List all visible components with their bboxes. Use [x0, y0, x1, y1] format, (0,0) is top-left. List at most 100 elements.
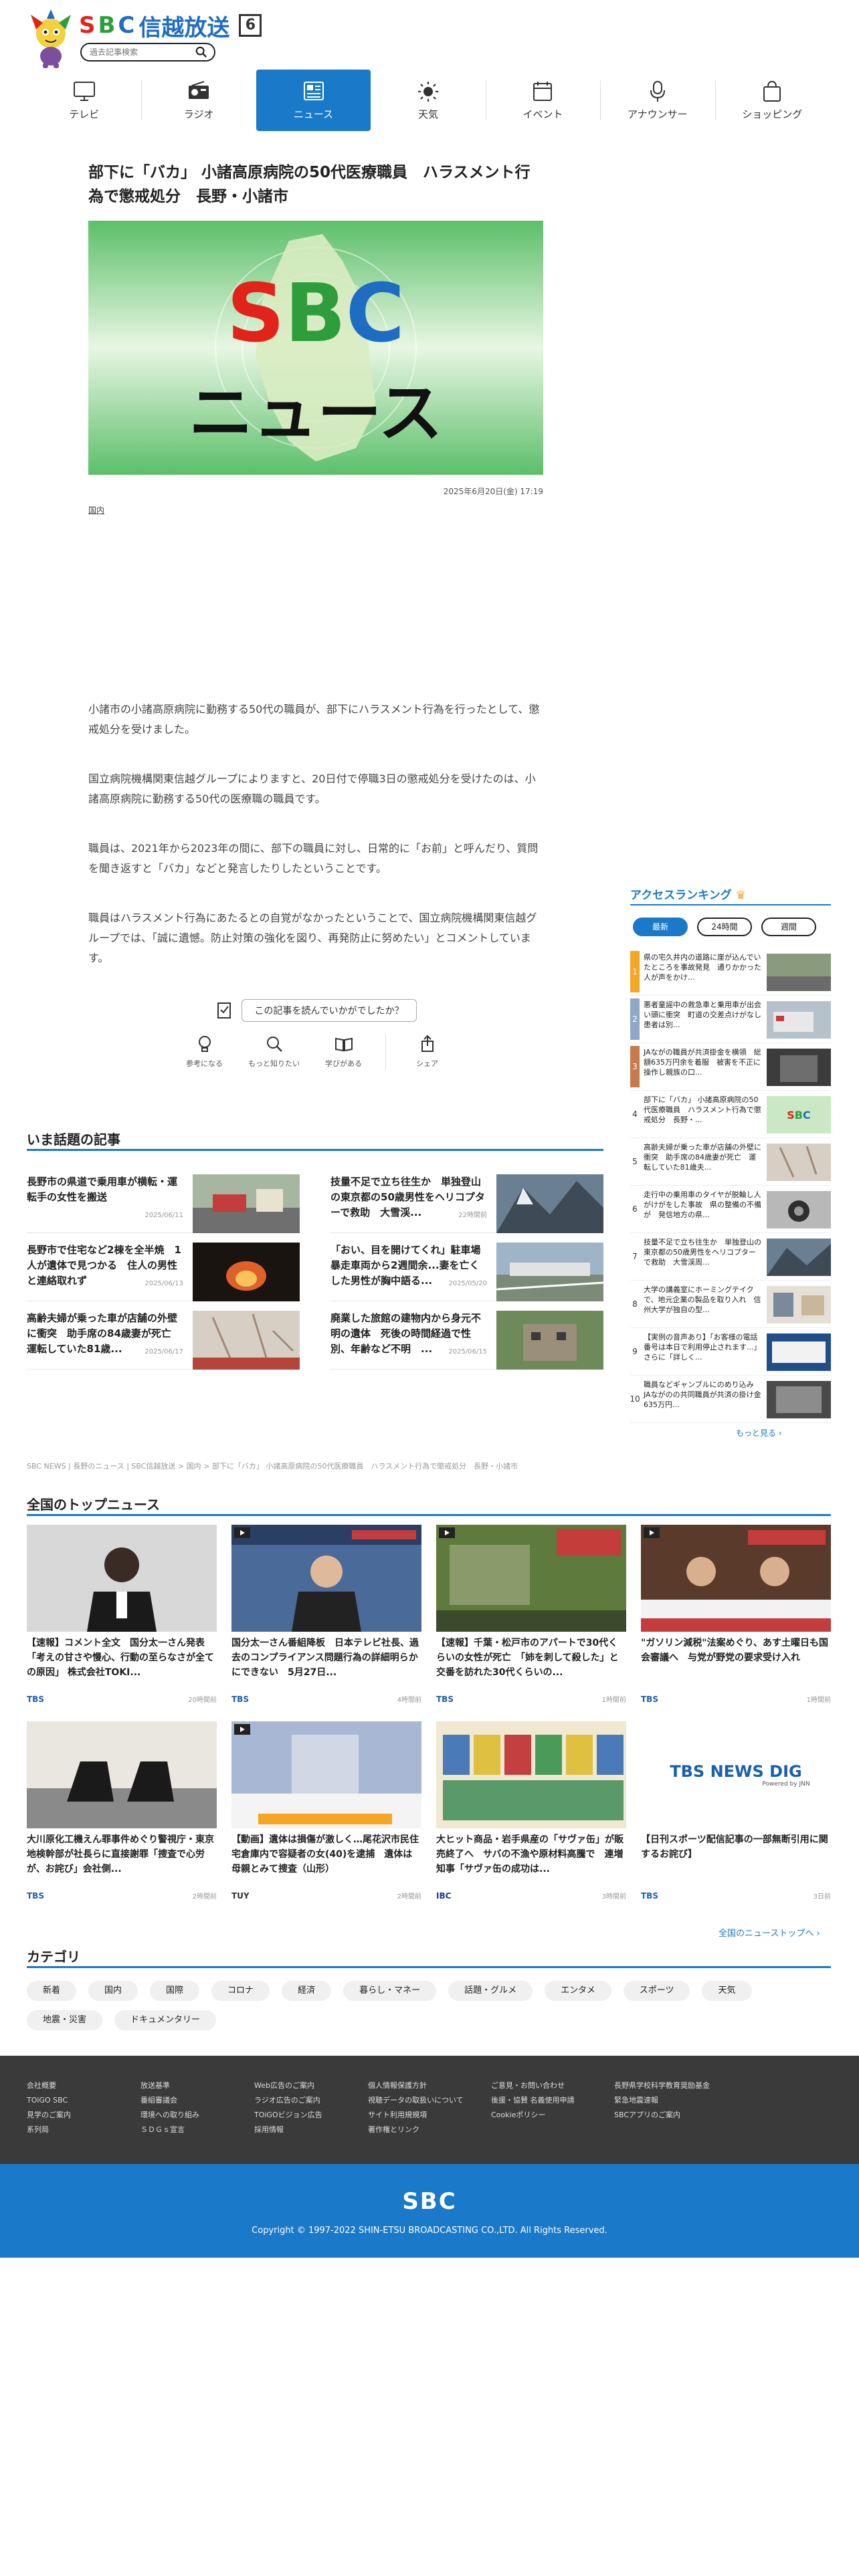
footer-link[interactable]: Cookieポリシー: [491, 2108, 614, 2123]
ranking-item[interactable]: 2 悪者童謡中の救急車と乗用車が出会い頭に衝突 町道の交差点けがなし 患者は別..…: [630, 996, 831, 1043]
search-icon[interactable]: [195, 46, 207, 58]
feedback-helpful-button[interactable]: 参考になる: [177, 1034, 233, 1070]
top-news-card[interactable]: TBS NEWS DIG Powered by JNN 【日刊スポーツ配信記事の…: [641, 1721, 831, 1906]
top-news-card[interactable]: 【動画】遺体は損傷が激しく…尾花沢市民住宅倉庫内で容疑者の女(40)を逮捕 遺体…: [231, 1721, 421, 1906]
top-news-card[interactable]: 国分太一さん番組降板 日本テレビ社長、過去のコンプライアンス問題行為の詳細明らか…: [231, 1525, 421, 1709]
footer-link[interactable]: SBCアプリのご案内: [614, 2108, 737, 2123]
footer-link[interactable]: 緊急地震速報: [614, 2093, 737, 2108]
category-chip[interactable]: 地震・災害: [27, 2010, 103, 2030]
category-chip[interactable]: 国際: [150, 1981, 200, 2001]
category-chip[interactable]: 経済: [282, 1981, 332, 2001]
nav-item-weather[interactable]: 天気: [371, 70, 485, 131]
site-logo[interactable]: SBC 信越放送 6: [79, 11, 262, 41]
trending-thumbnail: [193, 1174, 300, 1233]
ranking-thumbnail: SBC: [767, 1096, 831, 1134]
category-chip[interactable]: エンタメ: [545, 1981, 611, 2001]
feedback-more-button[interactable]: もっと知りたい: [246, 1034, 302, 1070]
top-news-title: 【動画】遺体は損傷が激しく…尾花沢市民住宅倉庫内で容疑者の女(40)を逮捕 遺体…: [231, 1834, 419, 1874]
footer-link[interactable]: ご意見・お問い合わせ: [491, 2078, 614, 2093]
top-news-card[interactable]: 大川原化工機えん罪事件めぐり警視庁・東京地検幹部が社長らに直接謝罪「捜査で心労が…: [27, 1721, 217, 1906]
ranking-item[interactable]: 8 大学の講義室にホーミングテイクで、地元企業の製品を取り入れ 信州大学が独自の型…: [630, 1281, 831, 1328]
top-news-title: 大川原化工機えん罪事件めぐり警視庁・東京地検幹部が社長らに直接謝罪「捜査で心労が…: [27, 1834, 214, 1874]
trending-date: 22時間前: [458, 1212, 487, 1219]
ranking-item[interactable]: 7 技量不足で立ち往生か 単独登山の東京都の50歳男性をヘリコプターで救助 大雪渓…: [630, 1233, 831, 1281]
category-chip[interactable]: ドキュメンタリー: [114, 2010, 217, 2030]
news-image: [436, 1525, 626, 1632]
footer-link[interactable]: 著作権とリンク: [368, 2123, 491, 2137]
nav-item-tv[interactable]: テレビ: [27, 70, 141, 131]
category-chip[interactable]: コロナ: [211, 1981, 270, 2001]
nav-item-news[interactable]: ニュース: [256, 70, 371, 131]
trending-item[interactable]: 廃業した旅館の建物内から身元不明の遺体 死後の時間経過で性別、年齢など不明 ..…: [330, 1301, 603, 1370]
footer-link[interactable]: 長野県学校科学教育奨励基金: [614, 2078, 737, 2093]
feedback-question-button[interactable]: この記事を読んでいかがでしたか？: [242, 999, 417, 1022]
footer-link[interactable]: 系列局: [27, 2123, 140, 2137]
category-chip[interactable]: 話題・グルメ: [448, 1981, 533, 2001]
ranking-item[interactable]: 5 高齢夫婦が乗った車が店舗の外壁に衝突 助手席の84歳妻が死亡 運転していた81…: [630, 1138, 831, 1186]
footer-link[interactable]: ラジオ広告のご案内: [254, 2093, 368, 2108]
ranking-tab-24h[interactable]: 24時間: [697, 918, 752, 936]
trending-item[interactable]: 高齢夫婦が乗った車が店舗の外壁に衝突 助手席の84歳妻が死亡 運転していた81歳…: [27, 1301, 300, 1370]
nav-item-announcer[interactable]: アナウンサー: [600, 70, 714, 131]
ranking-item[interactable]: 1 県の宅久井内の道路に崖が込んでいたところを事故発見 通りかかった人が声をかけ.…: [630, 948, 831, 996]
top-news-more-link[interactable]: 全国のニューストップへ ›: [719, 1926, 820, 1939]
trending-item[interactable]: 「おい、目を開けてくれ」駐車場暴走車両から2週間余...妻を亡くした男性が胸中語…: [330, 1233, 603, 1301]
nav-label: ニュース: [293, 108, 334, 120]
trending-item[interactable]: 長野市で住宅など2棟を全半焼 1人が遺体で見つかる 住人の男性と連絡取れず 202…: [27, 1233, 300, 1301]
category-chip[interactable]: スポーツ: [623, 1981, 690, 2001]
top-news-card[interactable]: 【速報】コメント全文 国分太一さん発表「考えの甘さや慢心、行動の至らなさが全ての…: [27, 1525, 217, 1709]
footer-link[interactable]: サイト利用規規項: [368, 2108, 491, 2123]
footer-link[interactable]: 会社概要: [27, 2078, 140, 2093]
footer-link[interactable]: Web広告のご案内: [254, 2078, 368, 2093]
footer-link[interactable]: 放送基準: [140, 2078, 254, 2093]
nav-item-radio[interactable]: ラジオ: [141, 70, 256, 131]
share-button[interactable]: シェア: [399, 1034, 456, 1070]
top-news-card[interactable]: 【速報】千葉・松戸市のアパートで30代くらいの女性が死亡 「姉を刺して殺した」と…: [436, 1525, 626, 1709]
footer-link[interactable]: 採用情報: [254, 2123, 368, 2137]
ranking-item[interactable]: 3 JAながの職員が共済掛金を横領 総額635万円余を着服 被害を不正に操作し親族…: [630, 1043, 831, 1091]
breadcrumb[interactable]: SBC NEWS | 長野のニュース | SBC信越放送 > 国内 > 部下に「…: [27, 1461, 518, 1471]
footer-link[interactable]: 番組審議会: [140, 2093, 254, 2108]
trending-item[interactable]: 技量不足で立ち往生か 単独登山の東京都の50歳男性をヘリコプターで救助 大雪渓.…: [330, 1165, 603, 1233]
calendar-icon: [533, 81, 553, 101]
top-news-card[interactable]: "ガソリン減税"法案めぐり、あす土曜日も国会審議へ 与党が野党の要求受け入れ T…: [641, 1525, 831, 1709]
category-chip[interactable]: 暮らし・マネー: [343, 1981, 437, 2001]
ranking-thumbnail: [767, 1333, 831, 1371]
trending-thumbnail: [496, 1174, 603, 1233]
top-news-source: TBS: [436, 1695, 454, 1704]
ranking-item[interactable]: 9 【実例の音声あり】「お客様の電話番号は本日で利用停止されます...」さらに「詳…: [630, 1328, 831, 1376]
article-hero-image: SBC ニュース: [88, 221, 543, 475]
footer-link[interactable]: TOiGO SBC: [27, 2093, 140, 2108]
mascot-logo-icon[interactable]: [27, 9, 75, 68]
footer-link[interactable]: 後援・協賛 名義使用申請: [491, 2093, 614, 2108]
crown-icon: ♛: [735, 889, 746, 902]
search-input[interactable]: [88, 47, 189, 58]
footer-link[interactable]: ＳＤＧｓ宣言: [140, 2123, 254, 2137]
footer-link[interactable]: 見学のご案内: [27, 2108, 140, 2123]
article-category-link[interactable]: 国内: [88, 504, 104, 516]
ranking-item[interactable]: 4 部下に「バカ」 小諸高原病院の50代医療職員 ハラスメント行為で懲戒処分 長野…: [630, 1091, 831, 1138]
category-chip[interactable]: 天気: [702, 1981, 752, 2001]
footer-link[interactable]: TOiGOビジョン広告: [254, 2108, 368, 2123]
ranking-item[interactable]: 6 走行中の乗用車のタイヤが脱輪し人がけがをした事故 県の整備の不備が 発信地方の…: [630, 1186, 831, 1233]
feedback-learn-button[interactable]: 学びがある: [316, 1034, 372, 1070]
footer-link[interactable]: 個人情報保護方針: [368, 2078, 491, 2093]
footer-link[interactable]: 視聴データの取扱いについて: [368, 2093, 491, 2108]
category-chip[interactable]: 国内: [88, 1981, 138, 2001]
news-image: [231, 1525, 421, 1632]
ranking-thumbnail: [767, 1191, 831, 1228]
ranking-more-link[interactable]: もっと見る ›: [736, 1427, 782, 1438]
survey-icon: [217, 1002, 231, 1018]
share-icon: [421, 1035, 434, 1052]
ranking-item[interactable]: 10 職員などギャンブルにのめり込み JAながのの共同職員が共済の掛け金635万円…: [630, 1376, 831, 1423]
category-chip[interactable]: 新着: [27, 1981, 77, 2001]
ranking-tab-latest[interactable]: 最新: [633, 918, 688, 936]
top-news-card[interactable]: 大ヒット商品・岩手県産の「サヴァ缶」が販売終了へ サバの不漁や原材料高騰で 連増…: [436, 1721, 626, 1906]
ranking-title: JAながの職員が共済掛金を横領 総額635万円余を着服 被害を不正に操作し親族の…: [644, 1048, 761, 1077]
trending-item[interactable]: 長野市の県道で乗用車が横転・運転手の女性を搬送 2025/06/11: [27, 1165, 300, 1233]
nav-item-shopping[interactable]: ショッピング: [714, 70, 830, 131]
nav-item-event[interactable]: イベント: [485, 70, 600, 131]
ranking-tab-weekly[interactable]: 週間: [761, 918, 816, 936]
footer-logo[interactable]: SBC: [0, 2188, 859, 2215]
footer-link[interactable]: 環境への取り組み: [140, 2108, 254, 2123]
